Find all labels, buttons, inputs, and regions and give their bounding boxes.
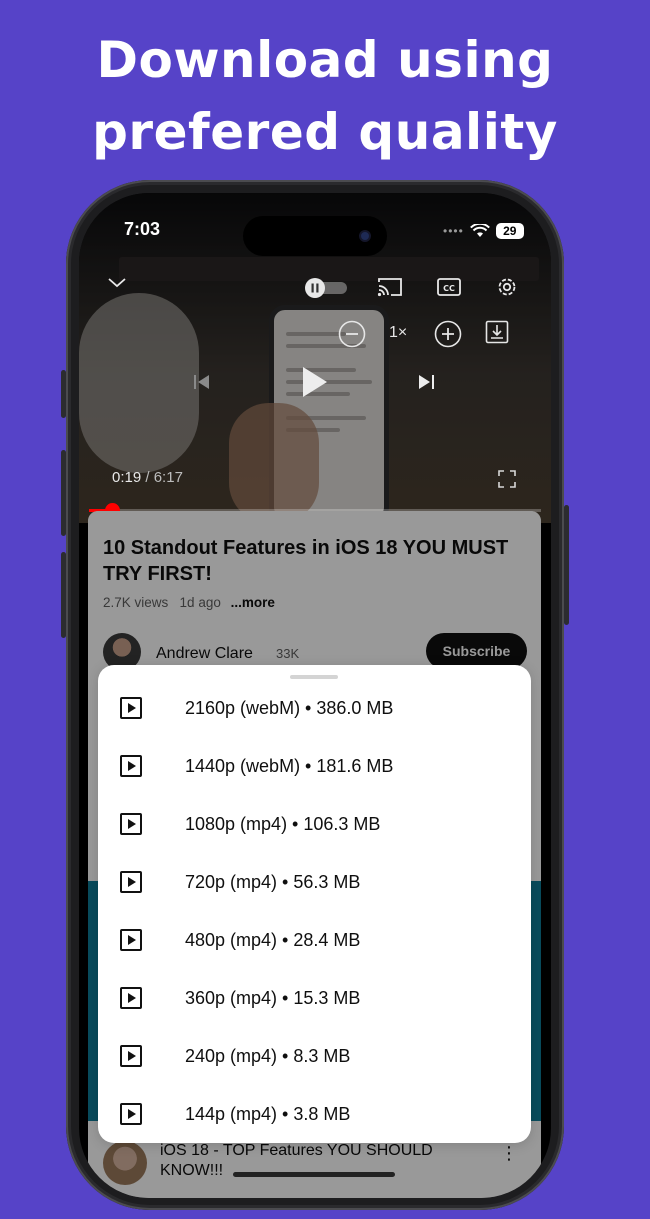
- play-box-icon: [120, 1045, 142, 1067]
- autoplay-toggle[interactable]: [303, 277, 349, 299]
- quality-option-label: 1080p (mp4) • 106.3 MB: [185, 814, 381, 834]
- quality-option[interactable]: 1440p (webM) • 181.6 MB: [98, 738, 531, 796]
- quality-option-label: 1440p (webM) • 181.6 MB: [185, 756, 394, 776]
- previous-video-icon[interactable]: [192, 373, 212, 391]
- home-indicator[interactable]: [233, 1172, 395, 1177]
- playback-speed: 1×: [389, 324, 408, 341]
- quality-option[interactable]: 144p (mp4) • 3.8 MB: [98, 1086, 531, 1144]
- current-time: 0:19: [112, 469, 142, 486]
- next-video-icon[interactable]: [416, 373, 436, 391]
- play-box-icon: [120, 929, 142, 951]
- time-separator: /: [141, 469, 154, 486]
- quality-option[interactable]: 240p (mp4) • 8.3 MB: [98, 1028, 531, 1086]
- fullscreen-icon[interactable]: [498, 470, 516, 488]
- download-icon[interactable]: [485, 320, 509, 346]
- captions-icon[interactable]: CC: [437, 277, 461, 297]
- wifi-icon: [469, 224, 490, 237]
- play-box-icon: [120, 987, 142, 1009]
- status-time: 7:03: [124, 219, 161, 239]
- cast-icon[interactable]: [377, 277, 403, 297]
- battery-indicator: 29: [495, 223, 524, 239]
- play-box-icon: [120, 755, 142, 777]
- duration: 6:17: [153, 469, 183, 486]
- quality-option[interactable]: 2160p (webM) • 386.0 MB: [98, 680, 531, 738]
- phone-screen: 7:03 •••• 29 CC 1× 0:19 / 6:17 10 Stando…: [79, 193, 551, 1198]
- headline-line-2: prefered quality: [92, 103, 558, 161]
- time-display: 0:19 / 6:17: [112, 469, 183, 486]
- sheet-drag-handle[interactable]: [290, 675, 338, 679]
- camera-indicator-icon: [359, 230, 371, 242]
- power-button: [564, 505, 569, 625]
- svg-text:CC: CC: [443, 284, 455, 293]
- quality-option-label: 240p (mp4) • 8.3 MB: [185, 1046, 351, 1066]
- play-box-icon: [120, 1103, 142, 1125]
- speed-increase-icon[interactable]: [434, 320, 462, 348]
- play-icon[interactable]: [301, 365, 329, 399]
- headline-line-1: Download using: [96, 31, 554, 89]
- quality-option-label: 720p (mp4) • 56.3 MB: [185, 872, 361, 892]
- play-box-icon: [120, 871, 142, 893]
- quality-option[interactable]: 1080p (mp4) • 106.3 MB: [98, 796, 531, 854]
- quality-option-label: 360p (mp4) • 15.3 MB: [185, 988, 361, 1008]
- speed-decrease-icon[interactable]: [338, 320, 366, 348]
- collapse-chevron-icon[interactable]: [107, 277, 127, 289]
- play-box-icon: [120, 697, 142, 719]
- status-indicators: •••• 29: [443, 223, 524, 239]
- headline: Download using prefered quality: [0, 24, 650, 168]
- quality-option[interactable]: 720p (mp4) • 56.3 MB: [98, 854, 531, 912]
- quality-option[interactable]: 360p (mp4) • 15.3 MB: [98, 970, 531, 1028]
- quality-option-label: 2160p (webM) • 386.0 MB: [185, 698, 394, 718]
- download-quality-sheet: 2160p (webM) • 386.0 MB 1440p (webM) • 1…: [98, 665, 531, 1143]
- settings-gear-icon[interactable]: [495, 275, 519, 299]
- quality-option[interactable]: 480p (mp4) • 28.4 MB: [98, 912, 531, 970]
- cellular-dots-icon: ••••: [443, 224, 464, 238]
- quality-option-label: 480p (mp4) • 28.4 MB: [185, 930, 361, 950]
- play-box-icon: [120, 813, 142, 835]
- quality-option-label: 144p (mp4) • 3.8 MB: [185, 1104, 351, 1124]
- video-player[interactable]: 7:03 •••• 29 CC 1× 0:19 / 6:17: [79, 193, 551, 523]
